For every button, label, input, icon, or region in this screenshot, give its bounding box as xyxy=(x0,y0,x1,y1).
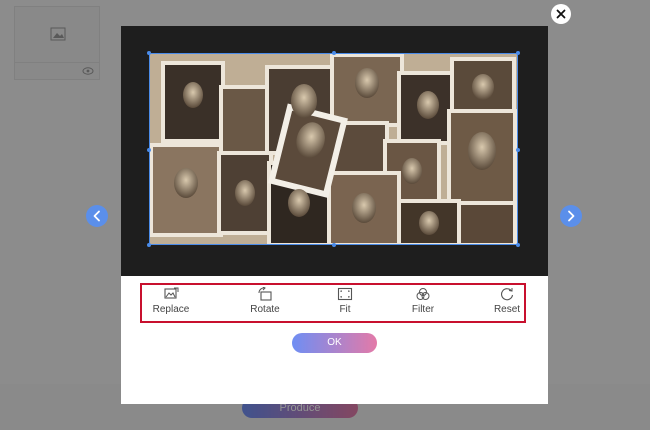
crop-handle-tl[interactable] xyxy=(147,51,151,55)
crop-handle-bl[interactable] xyxy=(147,243,151,247)
chevron-left-icon xyxy=(93,210,100,222)
replace-label: Replace xyxy=(152,304,190,315)
crop-handle-tr[interactable] xyxy=(516,51,520,55)
prev-button[interactable] xyxy=(86,205,108,227)
crop-handle-mr[interactable] xyxy=(516,148,520,152)
reset-icon xyxy=(501,288,514,301)
edit-dialog: Replace Rotate Fit Filter Reset OK xyxy=(121,26,548,404)
rotate-icon xyxy=(258,287,272,301)
filter-icon xyxy=(416,288,430,300)
fit-label: Fit xyxy=(339,304,351,315)
rotate-button[interactable]: Rotate xyxy=(230,287,300,321)
filter-label: Filter xyxy=(411,304,435,315)
replace-icon xyxy=(164,287,179,299)
ok-button[interactable]: OK xyxy=(292,333,377,353)
crop-handle-bc[interactable] xyxy=(332,243,336,247)
rotate-label: Rotate xyxy=(250,304,280,315)
crop-handle-tc[interactable] xyxy=(332,51,336,55)
crop-handle-br[interactable] xyxy=(516,243,520,247)
chevron-right-icon xyxy=(568,210,575,222)
next-button[interactable] xyxy=(560,205,582,227)
filter-button[interactable]: Filter xyxy=(388,287,458,321)
crop-handle-ml[interactable] xyxy=(147,148,151,152)
reset-button[interactable]: Reset xyxy=(472,287,542,321)
image-stage xyxy=(121,26,548,276)
fit-button[interactable]: Fit xyxy=(310,287,380,321)
edit-toolbar: Replace Rotate Fit Filter Reset xyxy=(140,283,526,323)
crop-frame[interactable] xyxy=(147,51,520,247)
reset-label: Reset xyxy=(493,304,521,315)
replace-button[interactable]: Replace xyxy=(136,287,206,321)
fit-icon xyxy=(337,287,353,301)
close-button[interactable] xyxy=(551,4,571,24)
close-icon xyxy=(556,9,566,19)
